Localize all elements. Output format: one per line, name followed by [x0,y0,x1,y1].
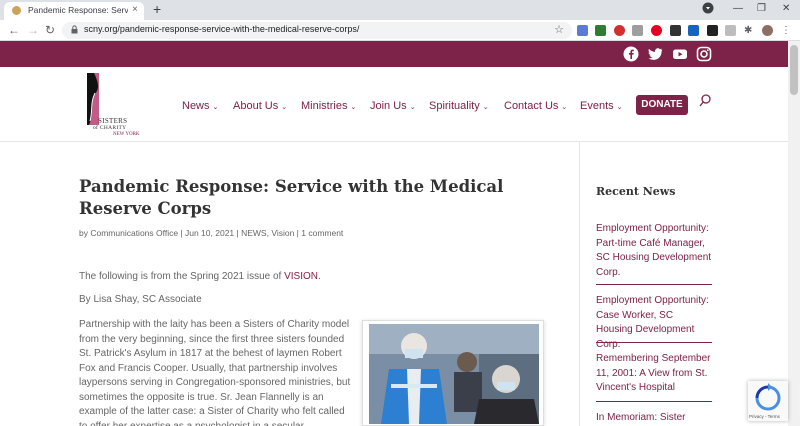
extension-icon[interactable] [725,25,736,36]
post-title: Pandemic Response: Service with the Medi… [79,177,504,218]
recaptcha-links[interactable]: Privacy - Terms [749,414,780,419]
extension-icon[interactable] [614,25,625,36]
intro-paragraph: The following is from the Spring 2021 is… [79,271,321,282]
logo-text-sisters: SISTERS [98,117,128,125]
extension-icon[interactable] [670,25,681,36]
chevron-down-icon: ⌄ [561,104,568,111]
extensions-puzzle-icon[interactable]: ✱ [744,25,755,36]
recent-news-link[interactable]: Employment Opportunity: Part-time Café M… [596,222,712,280]
instagram-icon[interactable] [696,46,712,62]
social-bar [0,41,788,67]
browser-tab[interactable]: Pandemic Response: Service with the Medi… [4,2,144,20]
profile-icon[interactable] [702,2,714,18]
nav-item-contact-us[interactable]: Contact Us ⌄ [504,100,567,112]
reload-button[interactable]: ↻ [45,23,55,37]
post-meta: by Communications Office | Jun 10, 2021 … [79,228,344,238]
recent-news-link[interactable]: Employment Opportunity: Case Worker, SC … [596,294,712,352]
photo-image [369,324,539,424]
lock-icon [71,25,78,36]
chevron-down-icon: ⌄ [350,104,357,111]
chevron-down-icon: ⌄ [482,104,489,111]
pinterest-extension-icon[interactable] [651,25,662,36]
minimize-button[interactable]: — [733,3,743,15]
comments-link[interactable]: 1 comment [301,228,343,238]
tab-title: Pandemic Response: Service with the Medi… [28,5,128,15]
site-header: SISTERS of CHARITY NEW YORK News ⌄ About … [0,67,788,142]
recaptcha-badge[interactable]: Privacy - Terms [748,381,788,421]
bookmark-star-icon[interactable]: ☆ [554,23,564,36]
recaptcha-icon [755,383,781,411]
nav-item-about-us[interactable]: About Us ⌄ [233,100,287,112]
chevron-down-icon: ⌄ [212,104,219,111]
back-button[interactable]: ← [8,23,20,37]
extension-icon[interactable] [688,25,699,36]
menu-kebab-icon[interactable]: ⋮ [781,25,792,36]
nav-item-join-us[interactable]: Join Us ⌄ [370,100,416,112]
sidebar-separator [596,401,712,402]
new-tab-button[interactable]: + [153,1,161,17]
sidebar-separator [596,284,712,285]
youtube-icon[interactable] [672,46,688,62]
body-paragraph: Partnership with the laity has been a Si… [79,319,351,426]
author-link[interactable]: Communications Office [90,228,178,238]
byline: By Lisa Shay, SC Associate [79,294,202,305]
category-link-news[interactable]: NEWS [241,228,267,238]
extension-icon[interactable] [577,25,588,36]
recent-news-link[interactable]: In Memoriam: Sister [596,411,712,426]
sidebar-separator [596,342,712,343]
chevron-down-icon: ⌄ [409,104,416,111]
nav-item-spirituality[interactable]: Spirituality ⌄ [429,100,489,112]
search-icon[interactable] [699,94,711,108]
nav-item-news[interactable]: News ⌄ [182,100,218,112]
nav-item-events[interactable]: Events ⌄ [580,100,623,112]
scrollbar-thumb[interactable] [790,45,798,95]
chevron-down-icon: ⌄ [281,104,288,111]
forward-button[interactable]: → [27,23,39,37]
favicon-icon [12,6,21,15]
tab-close-icon[interactable]: × [132,4,138,16]
url-text: scny.org/pandemic-response-service-with-… [84,24,360,34]
logo-text-new-york: NEW YORK [113,132,140,137]
nav-item-ministries[interactable]: Ministries ⌄ [301,100,356,112]
extension-icon[interactable] [632,25,643,36]
vision-link[interactable]: VISION [284,271,318,282]
category-link-vision[interactable]: Vision [271,228,294,238]
close-window-button[interactable]: ✕ [782,3,790,15]
browser-tabstrip: Pandemic Response: Service with the Medi… [0,0,800,20]
post-photo[interactable] [362,320,544,426]
avatar[interactable] [762,25,773,36]
extension-icon[interactable] [707,25,718,36]
page-scrollbar[interactable] [788,41,800,426]
chevron-down-icon: ⌄ [616,104,623,111]
twitter-icon[interactable] [647,46,663,62]
browser-toolbar: ← → ↻ scny.org/pandemic-response-service… [0,20,800,41]
extension-icon[interactable] [595,25,606,36]
facebook-icon[interactable] [623,46,639,62]
restore-button[interactable]: ❐ [757,3,766,15]
donate-button[interactable]: DONATE [636,95,688,115]
sidebar-divider [579,142,580,426]
logo-text-of-charity: of CHARITY [93,125,127,131]
recent-news-heading: Recent News [596,185,676,198]
recent-news-link[interactable]: Remembering September 11, 2001: A View f… [596,352,712,396]
address-bar[interactable]: scny.org/pandemic-response-service-with-… [62,22,572,39]
